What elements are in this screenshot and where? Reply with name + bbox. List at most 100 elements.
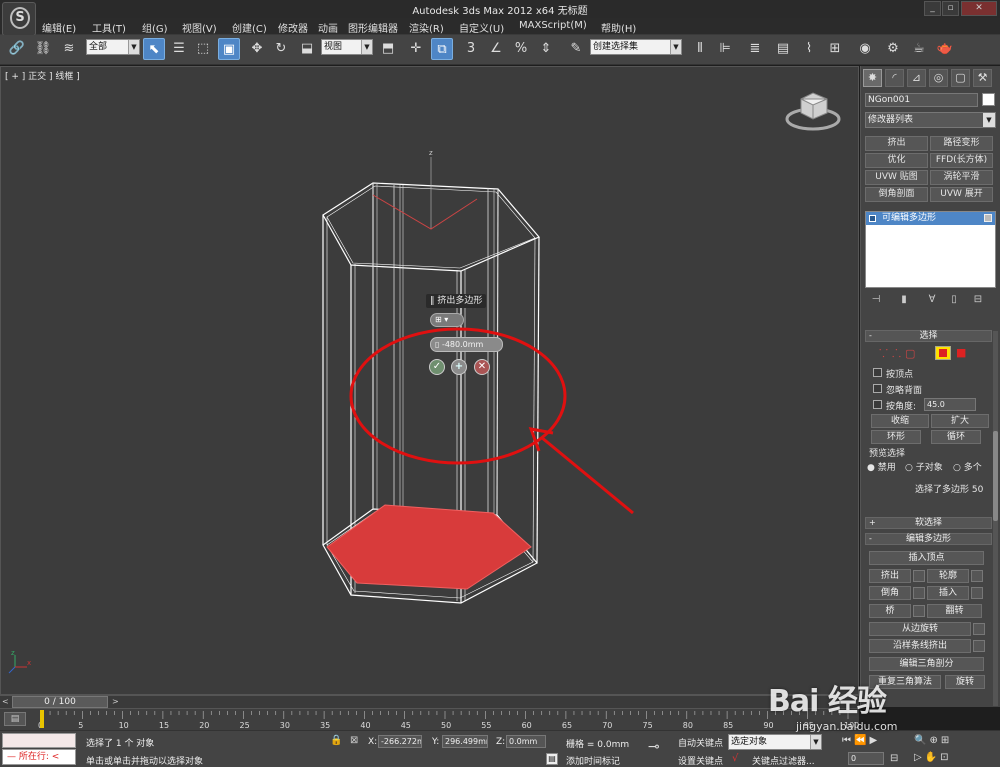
caddy-cancel-icon[interactable]: ✕ <box>474 359 490 375</box>
expand-icon[interactable] <box>869 215 876 222</box>
element-subobject-icon[interactable]: ■ <box>956 346 966 359</box>
remove-modifier-icon[interactable]: ▯ <box>947 294 961 306</box>
motion-tab-icon[interactable]: ◎ <box>929 69 948 87</box>
bridge-button[interactable]: 桥 <box>869 604 911 618</box>
menu-animation[interactable]: 动画 <box>318 20 338 35</box>
pin-stack-icon[interactable]: ⊣ <box>869 294 883 306</box>
hierarchy-tab-icon[interactable]: ⊿ <box>907 69 926 87</box>
z-coordinate-field[interactable]: 0.0mm <box>506 735 546 748</box>
selection-filter-dropdown[interactable]: 全部 ▼ <box>86 39 140 55</box>
object-color-swatch[interactable] <box>982 93 995 106</box>
command-panel-scroll-thumb[interactable] <box>993 431 998 521</box>
outline-button[interactable]: 轮廓 <box>927 569 969 583</box>
reference-coord-dropdown[interactable]: 视图 ▼ <box>321 39 373 55</box>
bind-spacewarp-icon[interactable]: ≋ <box>58 38 80 60</box>
bevel-settings-icon[interactable] <box>913 587 925 599</box>
percent-snap-icon[interactable]: % <box>510 38 532 60</box>
modifier-button-bevel-profile[interactable]: 倒角剖面 <box>865 187 928 202</box>
selected-polygon-face[interactable] <box>326 504 532 590</box>
set-key-button[interactable]: 设置关键点 <box>678 754 723 767</box>
maxscript-running-field[interactable]: — 所在行: < <box>2 749 76 765</box>
flip-button[interactable]: 翻转 <box>927 604 982 618</box>
stack-item-toggle-icon[interactable] <box>984 214 992 222</box>
preview-off-radio[interactable]: ● 禁用 <box>867 460 896 473</box>
next-frame-icon[interactable]: > <box>112 696 122 708</box>
caddy-apply-icon[interactable]: + <box>451 359 467 375</box>
link-icon[interactable]: 🔗 <box>6 38 28 60</box>
spinner-snap-icon[interactable]: ⇕ <box>535 38 557 60</box>
extrude-along-spline-settings-icon[interactable] <box>973 640 985 652</box>
viewport-nav-icons[interactable]: 🔍⊕⊞ <box>914 735 952 746</box>
scale-icon[interactable]: ⬓ <box>296 38 318 60</box>
time-slider[interactable]: < 0 / 100 > <box>0 695 859 708</box>
minimize-button[interactable]: _ <box>924 1 941 16</box>
shrink-button[interactable]: 收缩 <box>871 414 929 428</box>
window-crossing-icon[interactable]: ▣ <box>218 38 240 60</box>
unlink-icon[interactable]: ⛓ <box>32 38 54 60</box>
pivot-center-icon[interactable]: ⬒ <box>377 38 399 60</box>
rotate-icon[interactable]: ↻ <box>270 38 292 60</box>
render-production-icon[interactable]: 🫖 <box>934 38 956 60</box>
viewport-canvas[interactable]: z x z <box>1 67 860 696</box>
edit-polygons-rollout-header[interactable]: - 编辑多边形 <box>865 533 992 545</box>
app-logo[interactable]: S <box>2 2 36 36</box>
outline-settings-icon[interactable] <box>971 570 983 582</box>
angle-snap-icon[interactable]: ∠ <box>485 38 507 60</box>
utilities-tab-icon[interactable]: ⚒ <box>973 69 992 87</box>
maxscript-listener-field[interactable] <box>2 733 76 748</box>
modifier-button-path-deform[interactable]: 路径变形 <box>930 136 993 151</box>
x-coordinate-field[interactable]: -266.272m <box>378 735 422 748</box>
modifier-button-turbosmooth[interactable]: 涡轮平滑 <box>930 170 993 185</box>
restore-button[interactable]: ▫ <box>942 1 959 16</box>
extrude-button[interactable]: 挤出 <box>869 569 911 583</box>
make-unique-icon[interactable]: ∀ <box>925 294 939 306</box>
selected-keys-dropdown[interactable]: 选定对象 ▼ <box>728 734 822 750</box>
modifier-stack[interactable]: 可编辑多边形 <box>865 211 996 288</box>
key-icon[interactable]: ⊸ <box>648 739 660 755</box>
extrude-settings-icon[interactable] <box>913 570 925 582</box>
move-icon[interactable]: ✥ <box>246 38 268 60</box>
menu-customize[interactable]: 自定义(U) <box>459 20 504 35</box>
ribbon-icon[interactable]: ▤ <box>772 38 794 60</box>
time-config-icon[interactable]: ⊟ <box>890 753 898 764</box>
snaps-toggle-icon[interactable]: 3 <box>460 38 482 60</box>
absolute-mode-icon[interactable]: ⊠ <box>350 735 358 746</box>
menu-graph-editors[interactable]: 图形编辑器 <box>348 20 398 35</box>
modify-tab-icon[interactable]: ◜ <box>885 69 904 87</box>
timeline-track[interactable]: ▤ 05101520253035404550556065707580859095… <box>0 708 859 730</box>
create-tab-icon[interactable]: ✸ <box>863 69 882 87</box>
hinge-from-edge-button[interactable]: 从边旋转 <box>869 622 971 636</box>
ignore-backfacing-checkbox[interactable] <box>873 384 882 393</box>
time-tag-icon[interactable]: ▤ <box>546 753 558 765</box>
rect-selection-icon[interactable]: ⬚ <box>192 38 214 60</box>
menu-maxscript[interactable]: MAXScript(M) <box>519 20 587 31</box>
extrusion-type-dropdown[interactable]: ⊞ ▾ <box>430 313 464 327</box>
current-frame-field[interactable]: 0 <box>848 752 884 765</box>
schematic-view-icon[interactable]: ⊞ <box>824 38 846 60</box>
insert-vertex-button[interactable]: 插入顶点 <box>869 551 984 565</box>
object-name-field[interactable]: NGon001 <box>865 93 978 107</box>
extrude-along-spline-button[interactable]: 沿样条线挤出 <box>869 639 971 653</box>
select-by-name-icon[interactable]: ☰ <box>168 38 190 60</box>
y-coordinate-field[interactable]: 296.499mm <box>442 735 488 748</box>
lock-selection-icon[interactable]: 🔒 <box>330 735 342 746</box>
time-slider-thumb[interactable]: 0 / 100 <box>12 696 108 708</box>
display-tab-icon[interactable]: ▢ <box>951 69 970 87</box>
edit-named-sets-icon[interactable]: ✎ <box>565 38 587 60</box>
by-angle-checkbox[interactable] <box>873 400 882 409</box>
extrusion-height-field[interactable]: ▯ -480.0mm <box>430 337 503 352</box>
viewport-nav-icons-row2[interactable]: ▷✋⊡ <box>914 752 952 763</box>
configure-modifier-sets-icon[interactable]: ⊟ <box>971 294 985 306</box>
menu-rendering[interactable]: 渲染(R) <box>409 20 444 35</box>
selection-rollout-header[interactable]: - 选择 <box>865 330 992 342</box>
playback-controls-icon[interactable]: ⏮⏪▶ <box>842 735 880 746</box>
stack-item-editable-poly[interactable]: 可编辑多边形 <box>866 212 995 225</box>
grow-button[interactable]: 扩大 <box>931 414 989 428</box>
modifier-button-extrude[interactable]: 挤出 <box>865 136 928 151</box>
named-selection-set-dropdown[interactable]: 创建选择集 ▼ <box>590 39 682 55</box>
menu-modifiers[interactable]: 修改器 <box>278 20 308 35</box>
modifier-list-dropdown[interactable]: 修改器列表 ▼ <box>865 112 996 128</box>
preview-subobject-radio[interactable]: ○ 子对象 <box>905 460 943 473</box>
by-angle-input[interactable]: 45.0 <box>924 398 976 411</box>
menu-edit[interactable]: 编辑(E) <box>42 20 76 35</box>
